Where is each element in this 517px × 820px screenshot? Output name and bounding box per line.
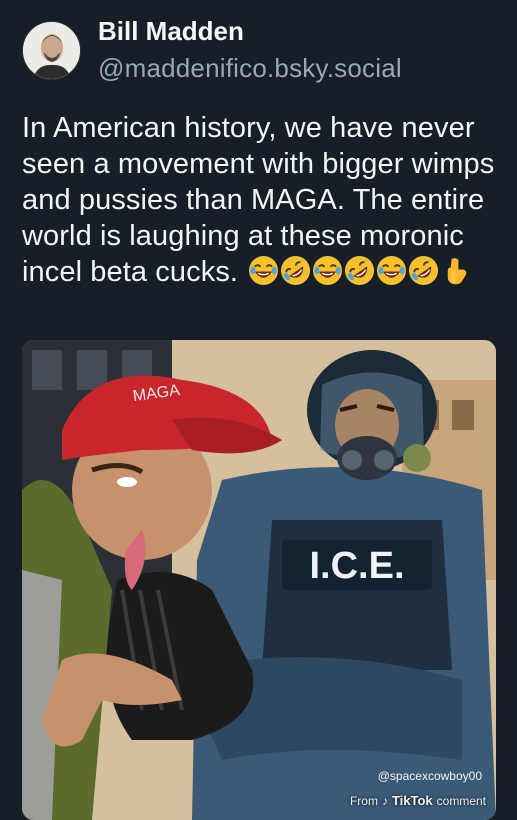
- rolling-on-floor-laughing-icon: [281, 255, 311, 286]
- watermark-comment: comment: [436, 793, 486, 808]
- post-header: Bill Madden @maddenifico.bsky.social: [22, 16, 402, 84]
- vest-text: I.C.E.: [309, 545, 404, 587]
- post-image[interactable]: I.C.E. MAGA @spacexcowboy00 From ♪ TikTo…: [22, 340, 496, 820]
- watermark-user: @spacexcowboy00: [378, 769, 483, 783]
- laughing-face-icon: [377, 255, 407, 286]
- tiktok-watermark: From ♪ TikTok comment: [350, 793, 486, 808]
- tiktok-icon: ♪: [381, 793, 388, 808]
- rolling-on-floor-laughing-icon: [409, 255, 439, 286]
- laughing-face-icon: [313, 255, 343, 286]
- watermark-brand: TikTok: [391, 793, 433, 808]
- avatar-portrait-icon: [23, 21, 80, 79]
- pointing-down-hand-icon: [448, 258, 467, 285]
- avatar[interactable]: [22, 20, 81, 80]
- author-handle[interactable]: @maddenifico.bsky.social: [98, 52, 402, 84]
- emoji-row: [248, 255, 471, 286]
- illustration-image: I.C.E. MAGA @spacexcowboy00: [22, 340, 496, 820]
- rolling-on-floor-laughing-icon: [345, 255, 375, 286]
- author-name[interactable]: Bill Madden: [98, 16, 402, 46]
- watermark-from: From: [349, 793, 378, 808]
- post-body: In American history, we have never seen …: [22, 110, 502, 290]
- laughing-face-icon: [249, 255, 279, 286]
